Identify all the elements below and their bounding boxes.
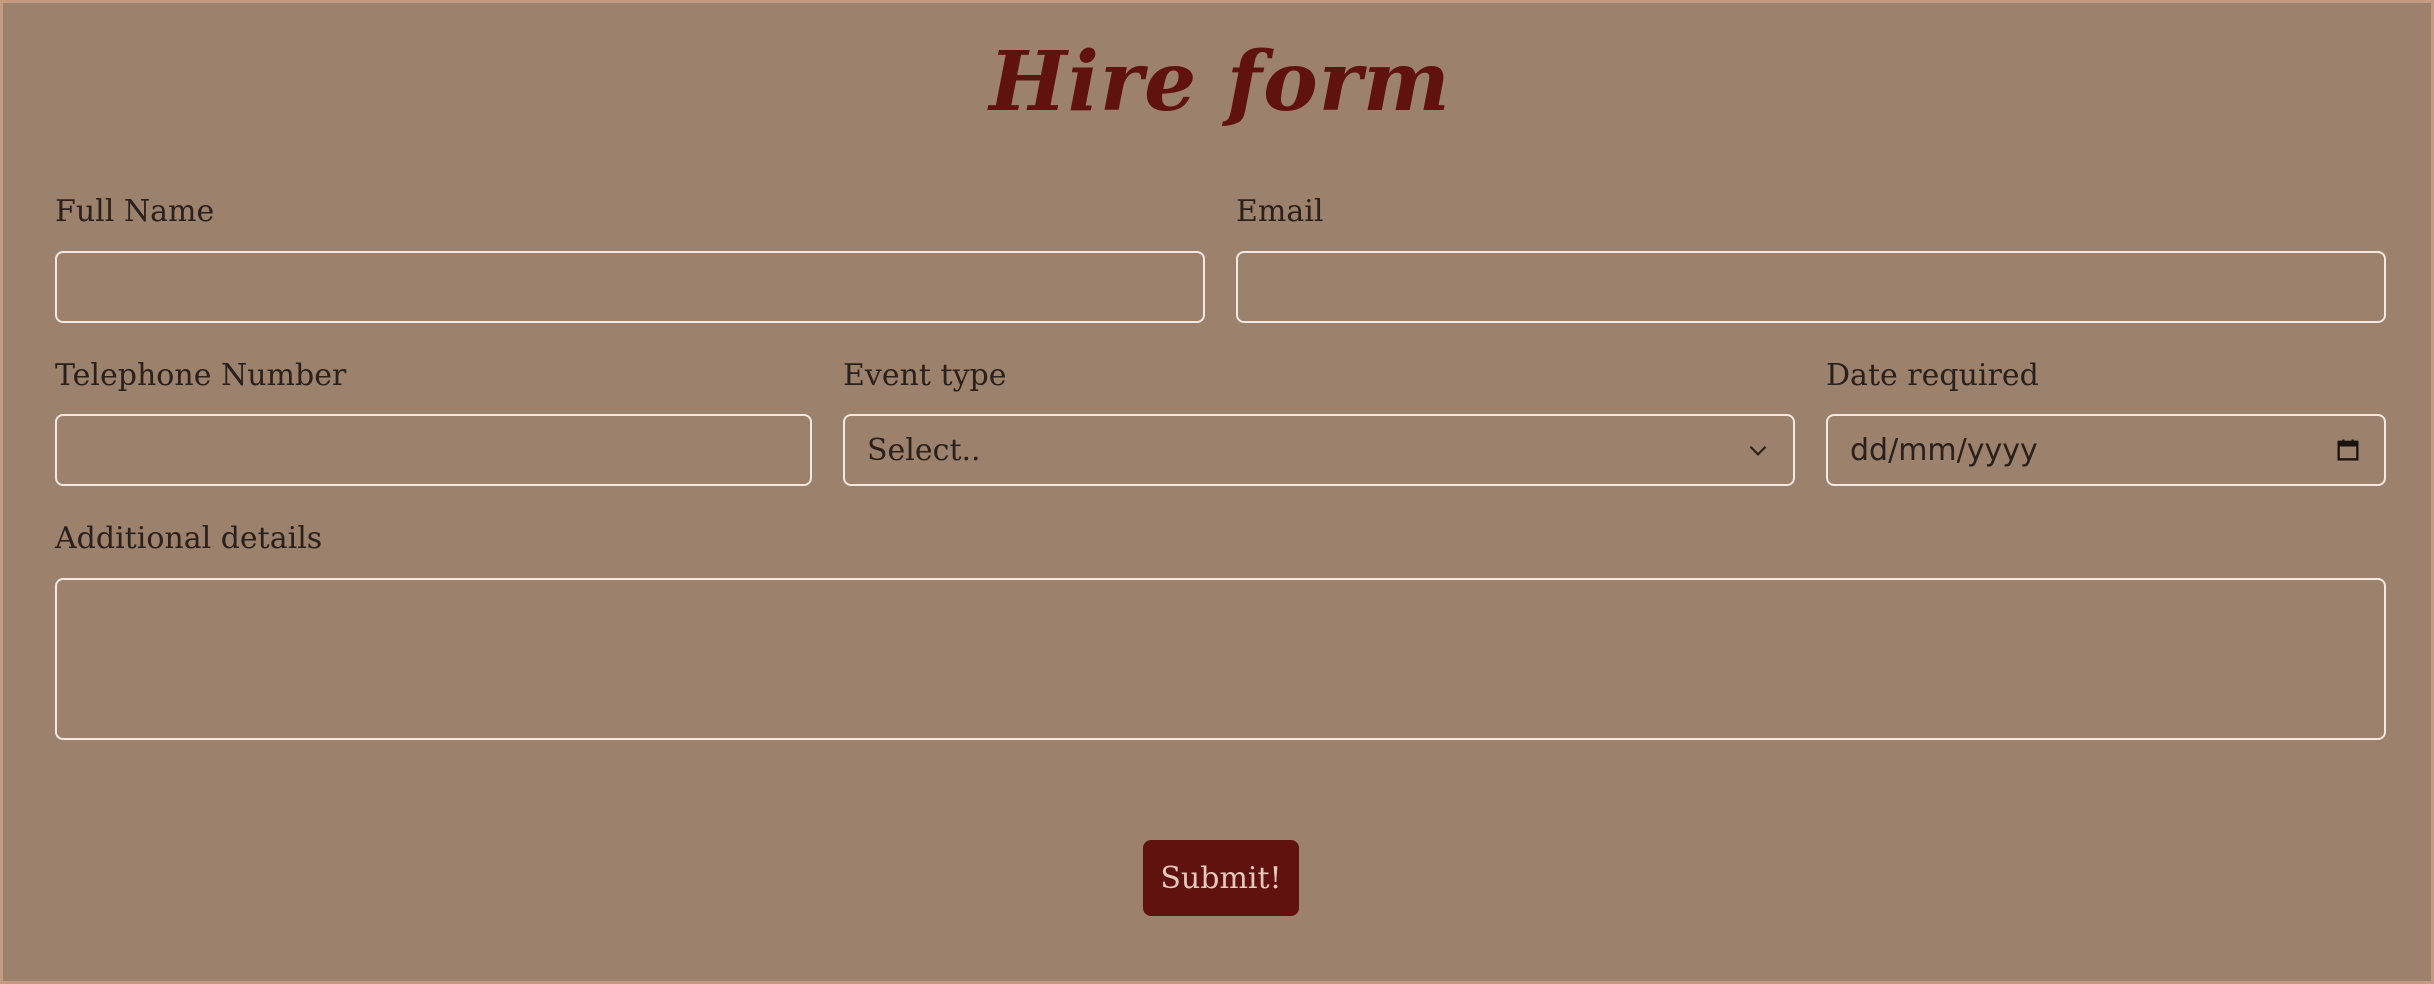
form-title: Hire form	[989, 34, 1451, 130]
event-type-label: Event type	[843, 358, 1007, 393]
submit-button[interactable]: Submit!	[1143, 840, 1299, 916]
telephone-label: Telephone Number	[55, 358, 347, 393]
date-required-placeholder: dd/mm/yyyy	[1850, 432, 2038, 468]
telephone-input[interactable]	[55, 414, 812, 486]
calendar-icon[interactable]	[2334, 436, 2362, 464]
event-type-select[interactable]: Select..	[843, 414, 1795, 486]
chevron-down-icon	[1749, 445, 1767, 456]
date-required-input[interactable]: dd/mm/yyyy	[1826, 414, 2386, 486]
additional-details-textarea[interactable]	[55, 578, 2386, 740]
email-input[interactable]	[1236, 251, 2386, 323]
hire-form-page: Hire form Full Name Email Telephone Numb…	[0, 0, 2434, 984]
full-name-label: Full Name	[55, 194, 215, 229]
date-required-label: Date required	[1826, 358, 2039, 393]
event-type-selected-value: Select..	[867, 432, 981, 468]
additional-details-label: Additional details	[55, 521, 323, 556]
full-name-input[interactable]	[55, 251, 1205, 323]
email-label: Email	[1236, 194, 1324, 229]
